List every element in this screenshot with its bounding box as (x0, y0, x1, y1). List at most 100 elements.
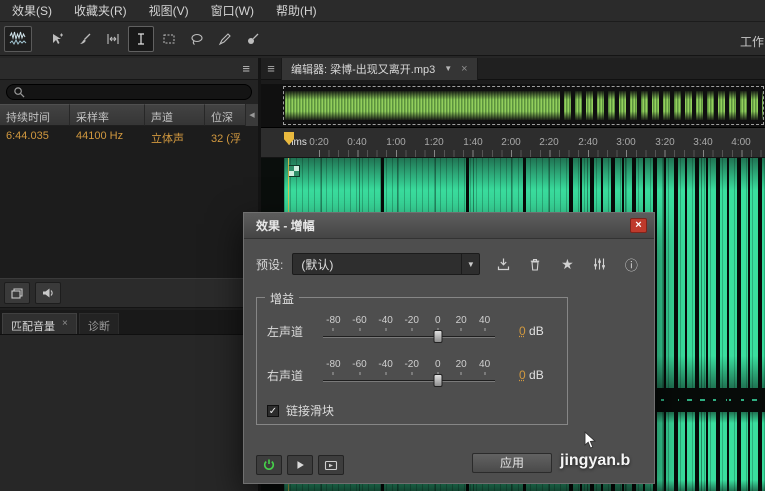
dialog-title-bar[interactable]: 效果 - 增幅 × (244, 213, 654, 239)
tab-close-icon[interactable]: × (62, 318, 68, 334)
scroll-left-icon[interactable]: ◀ (245, 104, 258, 126)
column-channels[interactable]: 声道 (145, 104, 205, 126)
scale-label: -20 (404, 359, 419, 370)
delete-preset-icon[interactable] (526, 255, 544, 273)
spot-heal-tool-icon (246, 32, 260, 46)
preview-play-button[interactable] (287, 455, 313, 475)
search-input[interactable] (30, 85, 245, 99)
preset-row: 预设: (默认) ▼ ★ ⓘ (256, 253, 642, 275)
ruler-tick: 1:20 (424, 137, 444, 148)
save-preset-icon[interactable] (494, 255, 512, 273)
slider-handle[interactable] (433, 330, 443, 343)
dialog-transport (256, 455, 344, 475)
move-tool-button[interactable] (44, 26, 70, 52)
ruler-tick: 2:20 (539, 137, 559, 148)
tab-diagnostics-label: 诊断 (87, 321, 110, 333)
link-sliders-checkbox[interactable]: ✓ (267, 404, 279, 417)
column-sample-rate[interactable]: 采样率 (70, 104, 145, 126)
cell-channels: 立体声 (151, 133, 184, 145)
loop-preview-button[interactable] (318, 455, 344, 475)
marquee-tool-button[interactable] (156, 26, 182, 52)
slider-handle[interactable] (433, 374, 443, 387)
favorite-star-icon[interactable]: ★ (558, 255, 576, 273)
slip-tool-icon (106, 32, 120, 46)
search-row (0, 80, 258, 104)
menu-window[interactable]: 窗口(W) (211, 2, 254, 19)
mouse-cursor (584, 431, 597, 450)
tab-match-volume[interactable]: 匹配音量 × (2, 313, 77, 334)
info-icon[interactable]: ⓘ (622, 255, 640, 273)
slider-track[interactable] (323, 336, 495, 338)
chevron-down-icon[interactable]: ▼ (444, 64, 452, 73)
waveform-overview-strip[interactable] (261, 84, 765, 128)
ruler-tick-marks (319, 150, 765, 157)
brush-tool-icon (78, 32, 92, 46)
column-duration[interactable]: 持续时间 (0, 104, 70, 126)
preset-label: 预设: (256, 257, 284, 272)
ibeam-tool-icon (134, 32, 148, 46)
move-tool-icon (50, 32, 64, 46)
left-channel-row: 左声道 -80 -60 -40 -20 0 20 40 0 dB (267, 314, 557, 348)
files-list-empty-area (0, 146, 258, 278)
cell-bit-depth: 32 (浮 (211, 133, 241, 145)
grid-toggle-icon[interactable] (288, 165, 300, 177)
timeline-ruler[interactable]: hms 0:20 0:40 1:00 1:20 1:40 2:00 2:20 2… (261, 128, 765, 158)
files-panel: ≡ 持续时间 采样率 声道 位深 ◀ 6:44.035 44100 Hz 立体声… (0, 58, 258, 491)
brush-tool-button[interactable] (72, 26, 98, 52)
menu-view[interactable]: 视图(V) (149, 2, 189, 19)
dialog-close-button[interactable]: × (630, 218, 647, 233)
dropdown-arrow-icon[interactable]: ▼ (461, 254, 479, 274)
preset-value: (默认) (301, 257, 334, 272)
effect-rack-icon[interactable] (590, 255, 608, 273)
editor-tab-close-icon[interactable]: × (461, 63, 467, 75)
value-hot-text[interactable]: 0 (519, 324, 526, 338)
overview-selection[interactable] (283, 86, 764, 125)
apply-button[interactable]: 应用 (472, 453, 552, 473)
tab-diagnostics[interactable]: 诊断 (78, 313, 119, 334)
table-row[interactable]: 6:44.035 44100 Hz 立体声 32 (浮 (0, 126, 258, 146)
batch-panel-button[interactable] (4, 282, 30, 304)
right-channel-slider[interactable]: -80 -60 -40 -20 0 20 40 (319, 359, 499, 391)
watermark-text: jingyan.b (560, 452, 631, 469)
files-panel-header: ≡ (0, 58, 258, 80)
value-unit: dB (525, 368, 544, 382)
pencil-tool-button[interactable] (212, 26, 238, 52)
cell-sample-rate: 44100 Hz (76, 130, 124, 142)
slider-track[interactable] (323, 380, 495, 382)
ruler-tick: 3:40 (693, 137, 713, 148)
waveform-view-button[interactable] (4, 25, 32, 52)
left-channel-slider[interactable]: -80 -60 -40 -20 0 20 40 (319, 315, 499, 347)
ruler-tick: 3:20 (655, 137, 675, 148)
scale-label: -40 (378, 315, 393, 326)
search-box[interactable] (6, 84, 252, 100)
ruler-tick: 1:00 (386, 137, 406, 148)
value-hot-text[interactable]: 0 (519, 368, 526, 382)
editor-file-tab[interactable]: 编辑器: 梁博-出现又离开.mp3 ▼ × (281, 57, 478, 80)
workspace-selector[interactable]: 工作 (740, 33, 764, 50)
lasso-tool-icon (190, 32, 204, 46)
scale-label: -60 (352, 359, 367, 370)
preset-dropdown[interactable]: (默认) ▼ (292, 253, 481, 275)
panel-menu-icon[interactable]: ≡ (242, 61, 250, 76)
right-channel-value[interactable]: 0 dB (519, 368, 544, 382)
ruler-tick: 2:00 (501, 137, 521, 148)
left-channel-value[interactable]: 0 dB (519, 324, 544, 338)
menu-help[interactable]: 帮助(H) (276, 2, 317, 19)
menu-effects[interactable]: 效果(S) (12, 2, 52, 19)
scale-label: 40 (479, 315, 491, 326)
scale-label: -80 (326, 315, 341, 326)
ruler-tick: 1:40 (463, 137, 483, 148)
menu-favorites[interactable]: 收藏夹(R) (74, 2, 127, 19)
preview-playback-button[interactable] (35, 282, 61, 304)
play-icon (294, 459, 306, 471)
time-selection-tool-button[interactable] (128, 25, 154, 52)
preset-actions: ★ ⓘ (494, 255, 640, 273)
lasso-tool-button[interactable] (184, 26, 210, 52)
power-toggle-button[interactable] (256, 455, 282, 475)
link-sliders-row: ✓ 链接滑块 (267, 402, 557, 419)
slip-tool-button[interactable] (100, 26, 126, 52)
scale-label: 0 (435, 315, 441, 326)
editor-panel-menu-icon[interactable]: ≡ (261, 61, 281, 76)
waveform-view-icon (9, 31, 27, 47)
spot-heal-tool-button[interactable] (240, 26, 266, 52)
